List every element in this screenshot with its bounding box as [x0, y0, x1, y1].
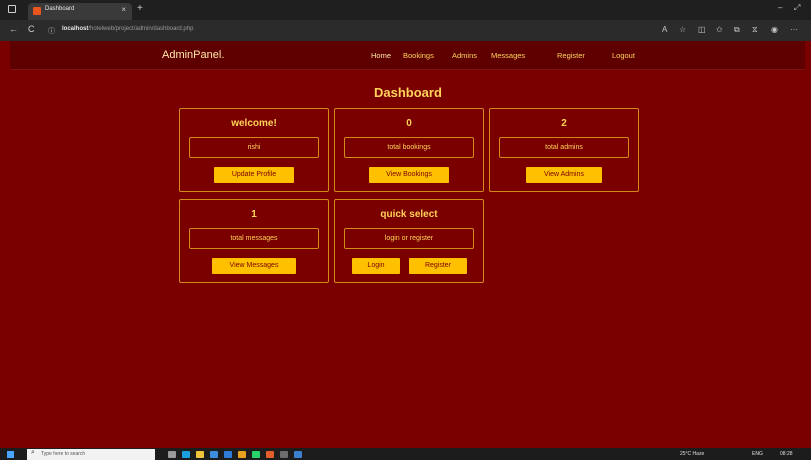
search-input: Type here to search [41, 451, 86, 457]
messages-count: 1 [251, 209, 257, 220]
store-icon[interactable] [210, 451, 218, 458]
view-messages-button[interactable]: View Messages [212, 258, 296, 274]
address-bar-row: ← C ⓘ localhost/hotelweb/project/admin/d… [0, 20, 811, 41]
quick-select-label: login or register [344, 228, 474, 249]
admin-name-field: rishi [189, 137, 319, 158]
nav-messages[interactable]: Messages [491, 51, 525, 60]
nav-register[interactable]: Register [557, 51, 585, 60]
bookings-label: total bookings [344, 137, 474, 158]
split-screen-icon[interactable]: ◫ [698, 25, 706, 34]
mail-icon[interactable] [224, 451, 232, 458]
new-tab-icon[interactable]: + [137, 3, 143, 14]
restore-icon[interactable]: ⤢ [794, 3, 800, 13]
weather-widget[interactable]: 25°C Haze [680, 451, 704, 457]
search-icon: ⌕ [31, 449, 35, 456]
update-profile-button[interactable]: Update Profile [214, 167, 294, 183]
windows-start-icon[interactable] [7, 451, 14, 458]
bookings-card: 0 total bookings View Bookings [334, 108, 484, 192]
extensions-icon[interactable]: ⧖ [752, 25, 758, 35]
admins-label: total admins [499, 137, 629, 158]
view-bookings-button[interactable]: View Bookings [369, 167, 449, 183]
login-button[interactable]: Login [352, 258, 400, 274]
favorites-icon[interactable]: ✩ [716, 25, 723, 34]
card-heading: quick select [380, 209, 438, 220]
language-indicator[interactable]: ENG [752, 451, 763, 457]
tab-title: Dashboard [45, 6, 75, 12]
nav-bookings[interactable]: Bookings [403, 51, 434, 60]
page-title: Dashboard [374, 85, 442, 100]
clock[interactable]: 08:28 [780, 451, 793, 457]
chrome-icon[interactable] [238, 451, 246, 458]
nav-logout[interactable]: Logout [612, 51, 635, 60]
favorite-icon[interactable]: ☆ [679, 25, 686, 34]
site-info-icon[interactable]: ⓘ [48, 26, 55, 36]
site-navbar: AdminPanel. Home Bookings Admins Message… [10, 41, 805, 70]
whatsapp-icon[interactable] [252, 451, 260, 458]
window-menu-icon[interactable] [8, 5, 16, 13]
url-host: localhost [62, 26, 89, 32]
back-icon[interactable]: ← [9, 24, 18, 34]
read-aloud-icon[interactable]: A [662, 25, 667, 34]
profile-icon[interactable]: ◉ [771, 25, 778, 34]
xampp-icon[interactable] [266, 451, 274, 458]
card-heading: welcome! [231, 118, 277, 129]
messages-card: 1 total messages View Messages [179, 199, 329, 283]
taskbar-search[interactable]: ⌕ Type here to search [27, 449, 155, 460]
nav-home[interactable]: Home [371, 51, 391, 60]
close-tab-icon[interactable]: × [121, 5, 126, 14]
url-field[interactable]: localhost/hotelweb/project/admin/dashboa… [62, 26, 193, 32]
nav-admins[interactable]: Admins [452, 51, 477, 60]
admins-count: 2 [561, 118, 567, 129]
view-admins-button[interactable]: View Admins [526, 167, 602, 183]
edge-icon[interactable] [182, 451, 190, 458]
welcome-card: welcome! rishi Update Profile [179, 108, 329, 192]
vscode-icon[interactable] [294, 451, 302, 458]
minimize-icon[interactable]: – [778, 3, 782, 12]
terminal-icon[interactable] [280, 451, 288, 458]
brand-logo[interactable]: AdminPanel. [162, 49, 224, 61]
more-menu-icon[interactable]: ··· [790, 25, 798, 34]
refresh-icon[interactable]: C [28, 24, 35, 34]
favicon-icon [33, 7, 41, 15]
admins-card: 2 total admins View Admins [489, 108, 639, 192]
collections-icon[interactable]: ⧉ [734, 25, 740, 35]
browser-tab[interactable]: Dashboard × [28, 3, 132, 20]
task-view-icon[interactable] [168, 451, 176, 458]
bookings-count: 0 [406, 118, 412, 129]
messages-label: total messages [189, 228, 319, 249]
file-explorer-icon[interactable] [196, 451, 204, 458]
browser-tab-strip: Dashboard × + – ⤢ [0, 0, 811, 20]
os-taskbar: ⌕ Type here to search 25°C Haze ENG 08:2… [0, 448, 811, 460]
quick-select-card: quick select login or register Login Reg… [334, 199, 484, 283]
register-button[interactable]: Register [409, 258, 467, 274]
url-path: /hotelweb/project/admin/dashboard.php [88, 26, 194, 32]
